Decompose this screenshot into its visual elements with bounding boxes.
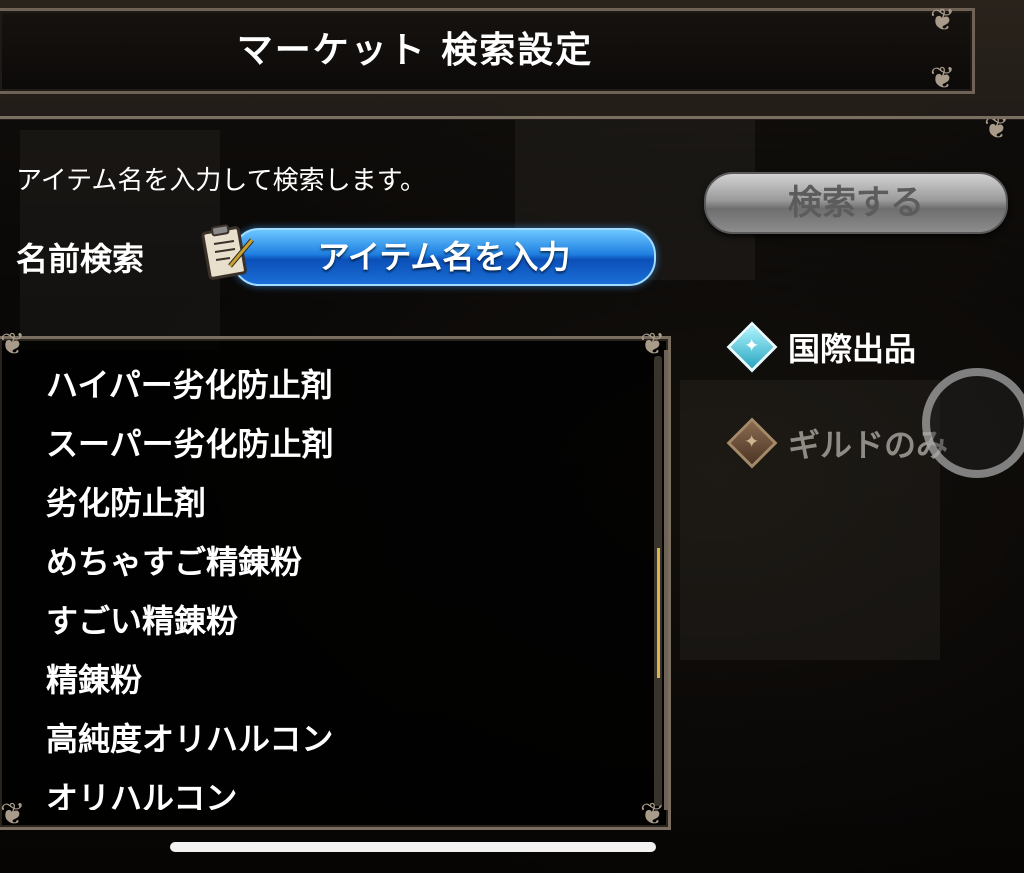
- list-item[interactable]: 劣化防止剤: [46, 478, 646, 537]
- list-item[interactable]: すごい精錬粉: [46, 596, 646, 655]
- ornament-icon: ❦: [930, 61, 956, 96]
- ornament-icon: ❦: [640, 327, 666, 362]
- item-name-input[interactable]: アイテム名を入力: [232, 228, 656, 286]
- ornament-icon: ❦: [0, 327, 26, 362]
- diamond-star-icon: ✦: [726, 321, 778, 373]
- ornament-icon: ❦: [0, 797, 26, 832]
- page-title: マーケット 検索設定: [236, 30, 594, 71]
- list-item[interactable]: 精錬粉: [46, 655, 646, 714]
- option-international-listing[interactable]: ✦ 国際出品: [726, 321, 917, 373]
- list-item[interactable]: めちゃすご精錬粉: [46, 537, 646, 596]
- list-item[interactable]: 高純度オリハルコン: [46, 714, 646, 773]
- home-indicator[interactable]: [170, 842, 656, 852]
- diamond-star-icon: ✦: [726, 417, 778, 469]
- scrollbar-thumb[interactable]: [657, 548, 660, 678]
- assistive-touch-button[interactable]: [922, 368, 1024, 478]
- list-item[interactable]: スーパー劣化防止剤: [46, 419, 646, 478]
- frame-rail: [664, 350, 668, 810]
- clipboard-icon: [201, 224, 254, 280]
- list-item[interactable]: ハイパー劣化防止剤: [46, 360, 646, 419]
- item-list[interactable]: ハイパー劣化防止剤 スーパー劣化防止剤 劣化防止剤 めちゃすご精錬粉 すごい精錬…: [46, 360, 646, 810]
- ornament-icon: ❦: [930, 3, 956, 38]
- instruction-text: アイテム名を入力して検索します。: [16, 166, 427, 196]
- name-search-label: 名前検索: [16, 240, 145, 278]
- header-bar: マーケット 検索設定: [0, 8, 975, 94]
- list-item[interactable]: オリハルコン: [46, 773, 646, 810]
- option-label: 国際出品: [788, 330, 917, 368]
- option-guild-only[interactable]: ✦ ギルドのみ: [726, 417, 948, 469]
- search-button[interactable]: 検索する: [704, 172, 1008, 234]
